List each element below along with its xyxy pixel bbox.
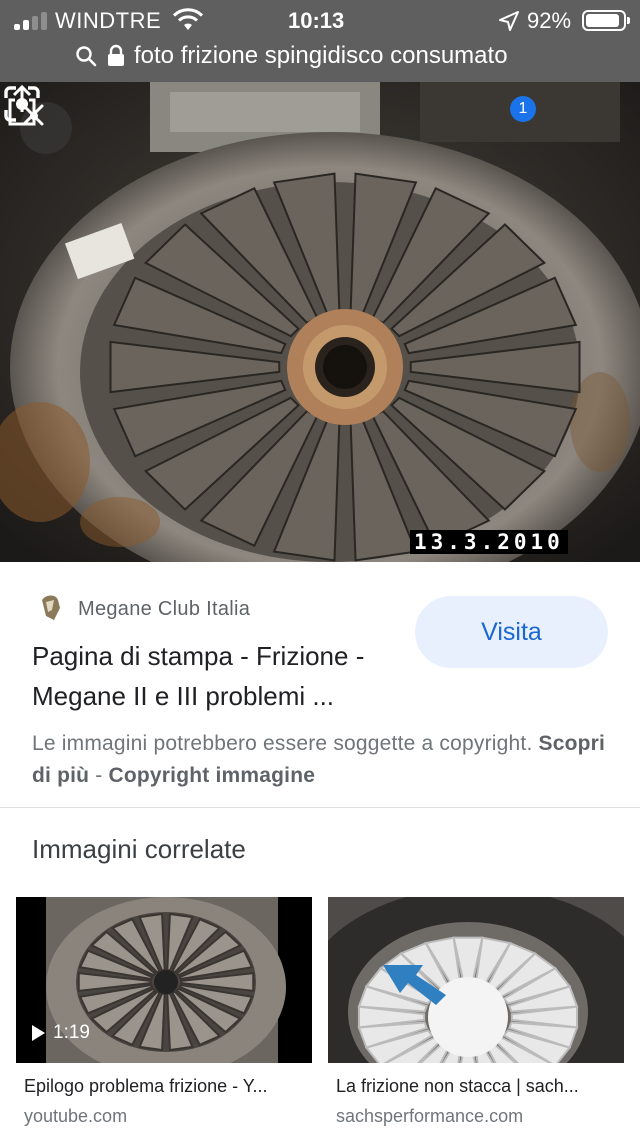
share-icon[interactable] bbox=[0, 82, 44, 130]
related-domain-1: youtube.com bbox=[24, 1106, 128, 1126]
related-heading: Immagini correlate bbox=[32, 834, 246, 864]
thumb-2-image bbox=[328, 897, 624, 1063]
signal-icon bbox=[14, 12, 48, 30]
url-query[interactable]: foto frizione spingidisco consumato bbox=[134, 42, 508, 70]
url-bar[interactable]: foto frizione spingidisco consumato bbox=[0, 40, 640, 80]
site-name[interactable]: Megane Club Italia bbox=[78, 598, 250, 621]
page-title[interactable]: Pagina di stampa - Frizione - Megane II … bbox=[32, 636, 402, 716]
clutch-photo bbox=[0, 82, 640, 562]
source-card: Megane Club Italia Pagina di stampa - Fr… bbox=[0, 562, 640, 808]
lens-badge: 1 bbox=[510, 96, 536, 122]
site-favicon-icon bbox=[42, 595, 60, 620]
status-bar: WINDTRE 10:13 92% bbox=[0, 0, 640, 40]
top-bar: WINDTRE 10:13 92% foto frizione spingidi… bbox=[0, 0, 640, 82]
copyright-text: Le immagini potrebbero essere soggette a… bbox=[32, 732, 533, 755]
video-duration: 1:19 bbox=[16, 1020, 90, 1046]
duration-text: 1:19 bbox=[53, 1022, 90, 1043]
play-icon bbox=[32, 1025, 45, 1041]
wifi-icon bbox=[172, 8, 204, 30]
hero-image[interactable]: 1 13.3.2010 bbox=[0, 82, 640, 562]
related-thumb-2[interactable] bbox=[328, 897, 624, 1063]
date-stamp: 13.3.2010 bbox=[410, 530, 568, 554]
copyright-link[interactable]: Copyright immagine bbox=[108, 764, 315, 787]
battery-icon bbox=[582, 10, 630, 31]
location-arrow-icon bbox=[499, 11, 519, 31]
related-domain-2: sachsperformance.com bbox=[336, 1106, 524, 1126]
separator: - bbox=[95, 764, 103, 787]
lock-icon bbox=[108, 44, 124, 66]
search-icon bbox=[76, 46, 97, 67]
visit-button[interactable]: Visita bbox=[415, 596, 608, 668]
related-caption-1[interactable]: Epilogo problema frizione - Y... bbox=[24, 1076, 308, 1097]
copyright-notice: Le immagini potrebbero essere soggette a… bbox=[32, 728, 622, 792]
clock: 10:13 bbox=[288, 8, 345, 33]
battery-percent: 92% bbox=[527, 8, 572, 33]
carrier-name: WINDTRE bbox=[55, 8, 162, 33]
related-caption-2[interactable]: La frizione non stacca | sach... bbox=[336, 1076, 620, 1097]
